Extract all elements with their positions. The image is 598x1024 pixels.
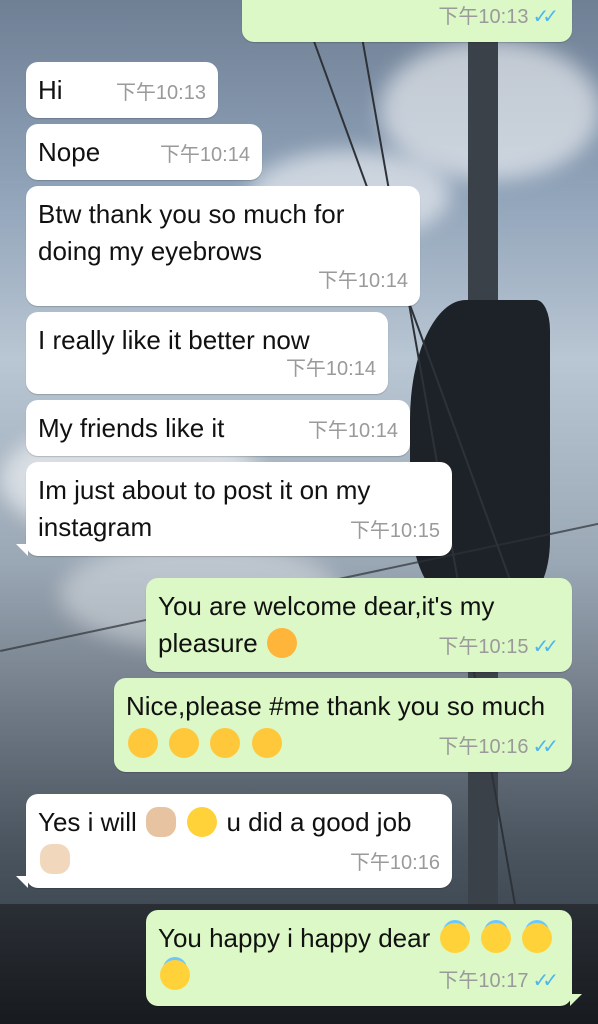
message-text: Btw thank you so much for doing my eyebr… bbox=[38, 199, 345, 266]
read-receipt-icon: ✓✓ bbox=[532, 970, 558, 992]
message-bubble-outgoing[interactable]: You happy i happy dear 下午10:17 ✓✓ bbox=[146, 910, 582, 1006]
message-bubble-incoming[interactable]: I really like it better now 下午10:14 bbox=[26, 312, 388, 394]
message-time: 下午10:14 bbox=[159, 144, 250, 166]
message-meta: 下午10:14 bbox=[160, 137, 250, 174]
message-time: 下午10:15 bbox=[438, 636, 529, 658]
message-time: 下午10:14 bbox=[285, 358, 376, 380]
message-bubble-incoming[interactable]: Im just about to post it on my instagram… bbox=[16, 462, 452, 556]
message-meta: 下午10:16 ✓✓ bbox=[438, 729, 560, 766]
kissing-heart-icon bbox=[128, 728, 158, 758]
message-text: Yes i will bbox=[38, 807, 137, 837]
message-time: 下午10:13 bbox=[438, 6, 529, 28]
kissing-heart-icon bbox=[251, 728, 282, 758]
message-bubble-incoming[interactable]: My friends like it 下午10:14 bbox=[26, 400, 410, 456]
message-time: 下午10:13 bbox=[115, 82, 206, 104]
clapping-hands-icon bbox=[40, 844, 70, 874]
kissing-heart-icon bbox=[210, 728, 241, 758]
smiling-face-icon bbox=[187, 807, 218, 837]
smiling-face-with-halo-icon bbox=[480, 923, 511, 953]
message-meta: 下午10:17 ✓✓ bbox=[438, 963, 560, 1000]
smiling-face-with-halo-icon bbox=[160, 960, 190, 990]
message-meta: 下午10:16 bbox=[350, 845, 440, 882]
message-bubble-incoming[interactable]: Btw thank you so much for doing my eyebr… bbox=[26, 186, 420, 306]
message-bubble-incoming[interactable]: Nope 下午10:14 bbox=[26, 124, 262, 180]
message-bubble-incoming[interactable]: Yes i will u did a good job 下午10:16 bbox=[16, 794, 452, 888]
message-bubble-incoming[interactable]: Hi 下午10:13 bbox=[26, 62, 218, 118]
message-time: 下午10:15 bbox=[349, 520, 440, 542]
message-bubble-outgoing[interactable]: 下午10:13 ✓✓ bbox=[242, 0, 572, 42]
message-time: 下午10:14 bbox=[307, 420, 398, 442]
message-meta: 下午10:13 bbox=[116, 75, 206, 112]
message-time: 下午10:14 bbox=[317, 270, 408, 292]
read-receipt-icon: ✓✓ bbox=[532, 6, 558, 28]
message-meta: 下午10:14 bbox=[308, 413, 398, 450]
message-meta: 下午10:15 bbox=[350, 513, 440, 550]
message-bubble-outgoing[interactable]: Nice,please #me thank you so much 下午10:1… bbox=[114, 678, 572, 772]
message-text: Nope bbox=[38, 137, 101, 167]
message-text: My friends like it bbox=[38, 413, 225, 443]
message-meta: 下午10:14 bbox=[318, 263, 408, 300]
message-text: Nice,please #me thank you so much bbox=[126, 691, 546, 721]
message-text: u did a good job bbox=[226, 807, 412, 837]
message-text: You happy i happy dear bbox=[158, 923, 431, 953]
message-text: Hi bbox=[38, 75, 63, 105]
read-receipt-icon: ✓✓ bbox=[532, 636, 558, 658]
message-bubble-outgoing[interactable]: You are welcome dear,it's my pleasure 下午… bbox=[146, 578, 572, 672]
smiling-face-with-halo-icon bbox=[521, 923, 552, 953]
message-time: 下午10:16 bbox=[438, 736, 529, 758]
message-text: Im just about to post it on my instagram bbox=[38, 475, 371, 542]
smiling-face-with-halo-icon bbox=[439, 923, 470, 953]
thumbs-up-icon bbox=[145, 807, 176, 837]
message-meta: 下午10:15 ✓✓ bbox=[438, 629, 560, 666]
smiling-face-with-hearts-icon bbox=[266, 628, 297, 658]
kissing-heart-icon bbox=[169, 728, 200, 758]
message-meta: 下午10:14 bbox=[286, 351, 376, 388]
message-time: 下午10:17 bbox=[438, 970, 529, 992]
message-time: 下午10:16 bbox=[349, 852, 440, 874]
message-meta: 下午10:13 ✓✓ bbox=[438, 0, 560, 36]
read-receipt-icon: ✓✓ bbox=[532, 736, 558, 758]
message-text: I really like it better now bbox=[38, 325, 310, 355]
